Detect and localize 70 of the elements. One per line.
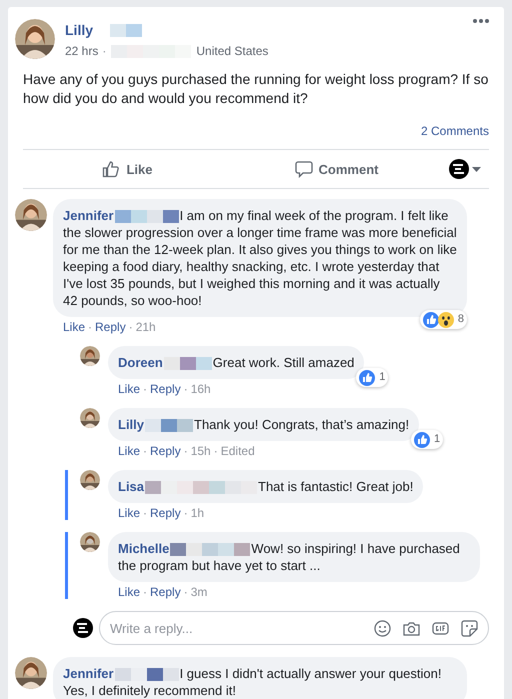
- blurred-name: [114, 668, 179, 682]
- timestamp: 21h: [136, 320, 156, 334]
- separator-dot: ·: [214, 444, 218, 458]
- sticker-icon[interactable]: [461, 620, 478, 636]
- comment-link[interactable]: Reply: [150, 585, 181, 599]
- thumbs-up-icon: [414, 432, 430, 448]
- separator-dot: ·: [102, 44, 106, 58]
- speech-bubble-icon: [294, 160, 313, 178]
- timestamp: 3m: [190, 585, 208, 599]
- comments-count-link[interactable]: 2 Comments: [420, 124, 489, 138]
- commenter-name[interactable]: Michelle: [118, 541, 170, 556]
- separator-dot: ·: [143, 444, 148, 458]
- comment-link[interactable]: Reply: [95, 320, 126, 334]
- like-button[interactable]: Like: [23, 160, 232, 178]
- commenter-name[interactable]: Lisa: [118, 479, 144, 494]
- logo-icon: [449, 159, 469, 179]
- comment-link[interactable]: Reply: [150, 444, 181, 458]
- comment-button[interactable]: Comment: [232, 160, 441, 178]
- commenter-name[interactable]: Jennifer: [63, 666, 114, 681]
- reaction-badge[interactable]: 1: [411, 430, 444, 449]
- more-options-icon[interactable]: [473, 19, 489, 23]
- smiley-icon[interactable]: [374, 620, 391, 636]
- reaction-badge[interactable]: 1: [356, 368, 388, 387]
- blurred-name: [164, 357, 212, 370]
- separator-dot: ·: [143, 506, 148, 520]
- timestamp: 15h: [190, 444, 211, 458]
- thumbs-up-icon: [102, 160, 120, 178]
- gif-icon[interactable]: [432, 620, 449, 636]
- commenter-name[interactable]: Jennifer: [63, 208, 114, 223]
- timestamp: 1h: [190, 506, 204, 520]
- post-time[interactable]: 22 hrs: [65, 44, 98, 58]
- comment-link[interactable]: Reply: [150, 506, 181, 520]
- commenter-name[interactable]: Doreen: [118, 355, 163, 370]
- reaction-badge[interactable]: 8: [420, 310, 467, 329]
- separator-dot: ·: [88, 320, 92, 334]
- surprised-face-icon: [438, 312, 454, 328]
- thumbs-up-icon: [422, 312, 439, 328]
- camera-icon[interactable]: [403, 620, 420, 636]
- comment-text: Jennifer I guess I didn't actually answer your question! Yes, I definitely recommend it!: [63, 665, 442, 699]
- caret-icon: [472, 166, 481, 172]
- comment-link[interactable]: Like: [118, 444, 140, 458]
- comment-link[interactable]: Like: [118, 585, 140, 599]
- post-text: Have any of you guys purchased the running for weight loss program? If so how did you do and would you recommend it?: [23, 70, 489, 108]
- logo-icon: [73, 618, 93, 638]
- reply-input[interactable]: Write a reply...: [110, 620, 362, 636]
- blurred-name: [114, 210, 179, 224]
- comment-link[interactable]: Reply: [150, 382, 181, 396]
- comment-text: Lisa That is fantastic! Great job!: [118, 478, 414, 495]
- thumbs-up-icon: [359, 370, 376, 386]
- separator-dot: ·: [184, 444, 188, 458]
- comment-text: Lilly Thank you! Congrats, that’s amazing!: [118, 416, 410, 433]
- comment-link[interactable]: Like: [118, 382, 140, 396]
- separator-dot: ·: [143, 382, 148, 396]
- blurred-name: [145, 419, 194, 432]
- edited-label: Edited: [220, 444, 255, 458]
- comment-link[interactable]: Like: [63, 320, 86, 334]
- commenter-name[interactable]: Lilly: [118, 417, 144, 432]
- comment-text: Michelle Wow! so inspiring! I have purchased the program but have yet to start ...: [118, 540, 461, 574]
- separator-dot: ·: [128, 320, 133, 334]
- separator-dot: ·: [184, 506, 188, 520]
- separator-dot: ·: [143, 585, 148, 599]
- reply-field[interactable]: Write a reply...: [99, 611, 489, 645]
- comment-link[interactable]: Like: [118, 506, 140, 520]
- separator-dot: ·: [184, 585, 188, 599]
- post-location: United States: [196, 44, 268, 58]
- timestamp: 16h: [190, 382, 211, 396]
- comment-text: Doreen Great work. Still amazed: [118, 354, 354, 371]
- comment-text: Jennifer I am on my final week of the program. I felt like the slower progression over a longer time frame was more beneficial for me than the 12-week plan. It also gives you things to work on like keeping a food diary, healthy snacking, etc. I wrote yesterday that I've lost 35 pounds, but I weighed this morning and it was actually 42 pounds, so woo-hoo!: [63, 207, 457, 309]
- separator-dot: ·: [184, 382, 188, 396]
- author-name[interactable]: Lilly: [65, 22, 94, 38]
